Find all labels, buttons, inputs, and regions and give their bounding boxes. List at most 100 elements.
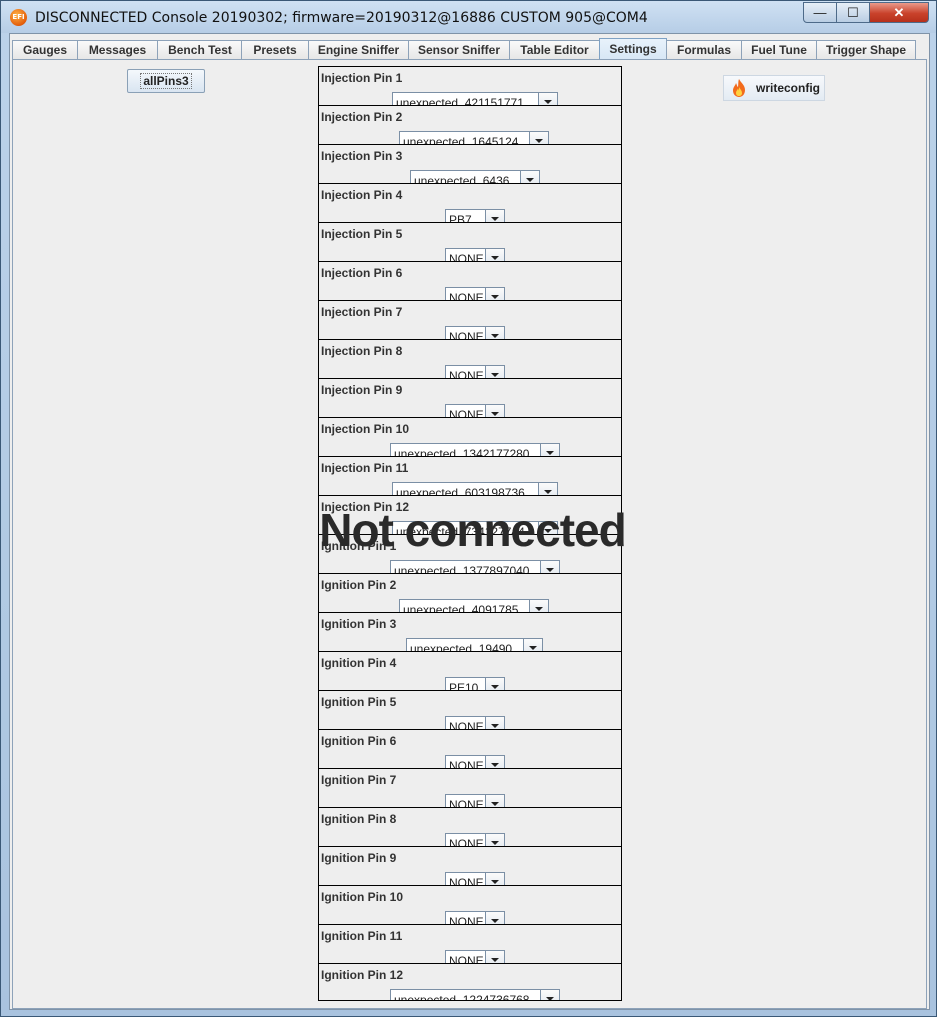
pin-select[interactable]: unexpected_1377897040 xyxy=(390,560,560,573)
write-config-label: writeconfig xyxy=(756,81,821,95)
pin-label: Injection Pin 5 xyxy=(321,227,403,241)
pin-select-value: unexpected_421151771 xyxy=(396,96,524,106)
tab-bench-test[interactable]: Bench Test xyxy=(157,40,243,61)
window-title: DISCONNECTED Console 20190302; firmware=… xyxy=(35,10,648,26)
pin-row: Injection Pin 6 NONE xyxy=(319,262,621,301)
tab-settings[interactable]: Settings xyxy=(599,38,667,61)
pin-label: Injection Pin 3 xyxy=(321,149,403,163)
chevron-down-icon[interactable] xyxy=(485,873,504,885)
all-pins-button[interactable]: allPins3 xyxy=(127,69,205,93)
minimize-button[interactable]: — xyxy=(803,2,837,23)
pin-select-value: unexpected_1342177280 xyxy=(394,447,530,457)
pin-select-value: NONE xyxy=(449,369,484,379)
chevron-down-icon[interactable] xyxy=(523,639,542,651)
pin-select-value: unexpected_1645124 xyxy=(403,135,519,145)
pin-label: Ignition Pin 7 xyxy=(321,773,397,787)
tab-trigger-shape[interactable]: Trigger Shape xyxy=(816,40,916,61)
tab-presets[interactable]: Presets xyxy=(241,40,309,61)
pin-label: Injection Pin 11 xyxy=(321,461,409,475)
chevron-down-icon[interactable] xyxy=(538,483,557,495)
chevron-down-icon[interactable] xyxy=(520,171,539,183)
title-bar[interactable]: EFI DISCONNECTED Console 20190302; firmw… xyxy=(1,1,936,33)
pin-select-value: unexpected_6436 xyxy=(414,174,510,184)
settings-panel: allPins3 Injection Pin 1 unexpected_42115… xyxy=(12,59,927,1009)
tab-sensor-sniffer[interactable]: Sensor Sniffer xyxy=(408,40,510,61)
chevron-down-icon[interactable] xyxy=(485,288,504,300)
pin-select[interactable]: NONE xyxy=(445,794,505,807)
pin-row: Injection Pin 8 NONE xyxy=(319,340,621,379)
pin-select[interactable]: NONE xyxy=(445,365,505,379)
pin-select[interactable]: NONE xyxy=(445,287,505,300)
pin-label: Ignition Pin 9 xyxy=(321,851,397,865)
chevron-down-icon[interactable] xyxy=(485,795,504,807)
pin-select-value: NONE xyxy=(449,330,484,340)
maximize-button[interactable]: ☐ xyxy=(836,2,870,23)
chevron-down-icon[interactable] xyxy=(540,561,559,573)
tab-messages[interactable]: Messages xyxy=(77,40,158,61)
pin-row: Injection Pin 1 unexpected_421151771 xyxy=(319,67,621,106)
pin-label: Injection Pin 6 xyxy=(321,266,403,280)
pin-select[interactable]: unexpected_1645124 xyxy=(399,131,549,145)
pin-select[interactable]: NONE xyxy=(445,716,505,729)
pin-list: Injection Pin 1 unexpected_421151771 Injec… xyxy=(318,66,622,1001)
pin-select-value: PE10 xyxy=(449,681,479,691)
pin-select[interactable]: unexpected_19490 xyxy=(406,638,543,651)
pin-select[interactable]: PB7 xyxy=(445,209,505,223)
client-area: Gauges Messages Bench Test Presets Engine Sn… xyxy=(9,33,930,1010)
pin-select[interactable]: PE10 xyxy=(445,677,505,691)
chevron-down-icon[interactable] xyxy=(485,327,504,339)
pin-label: Injection Pin 4 xyxy=(321,188,403,202)
chevron-down-icon[interactable] xyxy=(485,834,504,846)
write-config-button[interactable]: writeconfig xyxy=(723,75,825,101)
pin-row: Ignition Pin 6 NONE xyxy=(319,730,621,769)
pin-select-value: NONE xyxy=(449,252,484,262)
close-button[interactable]: ✕ xyxy=(869,2,929,23)
tab-gauges[interactable]: Gauges xyxy=(12,40,78,61)
pin-select[interactable]: NONE xyxy=(445,248,505,262)
pin-row: Injection Pin 5 NONE xyxy=(319,223,621,262)
pin-select[interactable]: NONE xyxy=(445,950,505,963)
pin-select-value: PB7 xyxy=(449,213,472,223)
chevron-down-icon[interactable] xyxy=(538,522,557,534)
chevron-down-icon[interactable] xyxy=(485,210,504,222)
tab-formulas[interactable]: Formulas xyxy=(666,40,742,61)
pin-select-value: NONE xyxy=(449,876,484,886)
pin-select[interactable]: unexpected_6436 xyxy=(410,170,540,184)
pin-select[interactable]: NONE xyxy=(445,872,505,886)
pin-select[interactable]: unexpected_734127744 xyxy=(392,521,558,534)
pin-select[interactable]: unexpected_1224736768 xyxy=(390,989,560,1000)
tab-engine-sniffer[interactable]: Engine Sniffer xyxy=(308,40,409,61)
pin-select[interactable]: NONE xyxy=(445,911,505,924)
chevron-down-icon[interactable] xyxy=(485,678,504,690)
chevron-down-icon[interactable] xyxy=(540,990,559,1000)
pin-row: Ignition Pin 11 NONE xyxy=(319,925,621,964)
pin-select[interactable]: unexpected_603198736 xyxy=(392,482,558,495)
tab-fuel-tune[interactable]: Fuel Tune xyxy=(741,40,817,61)
chevron-down-icon[interactable] xyxy=(485,249,504,261)
chevron-down-icon[interactable] xyxy=(538,93,557,105)
chevron-down-icon[interactable] xyxy=(540,444,559,456)
chevron-down-icon[interactable] xyxy=(485,717,504,729)
chevron-down-icon[interactable] xyxy=(485,951,504,963)
app-logo-icon: EFI xyxy=(10,9,27,26)
pin-select[interactable]: NONE xyxy=(445,833,505,847)
tab-table-editor[interactable]: Table Editor xyxy=(509,40,600,61)
chevron-down-icon[interactable] xyxy=(485,405,504,417)
pin-row: Ignition Pin 10 NONE xyxy=(319,886,621,925)
chevron-down-icon[interactable] xyxy=(529,600,548,612)
pin-row: Injection Pin 3 unexpected_6436 xyxy=(319,145,621,184)
chevron-down-icon[interactable] xyxy=(485,366,504,378)
pin-select[interactable]: NONE xyxy=(445,326,505,340)
pin-select-value: unexpected_4091785 xyxy=(403,603,519,613)
pin-select[interactable]: unexpected_421151771 xyxy=(392,92,558,106)
pin-label: Ignition Pin 3 xyxy=(321,617,397,631)
pin-row: Ignition Pin 3 unexpected_19490 xyxy=(319,613,621,652)
pin-select[interactable]: NONE xyxy=(445,404,505,417)
chevron-down-icon[interactable] xyxy=(485,756,504,768)
chevron-down-icon[interactable] xyxy=(485,912,504,924)
pin-select[interactable]: NONE xyxy=(445,755,505,768)
chevron-down-icon[interactable] xyxy=(529,132,548,144)
pin-select[interactable]: unexpected_4091785 xyxy=(399,599,549,613)
pin-select[interactable]: unexpected_1342177280 xyxy=(390,443,560,457)
pin-select-value: NONE xyxy=(449,837,484,847)
